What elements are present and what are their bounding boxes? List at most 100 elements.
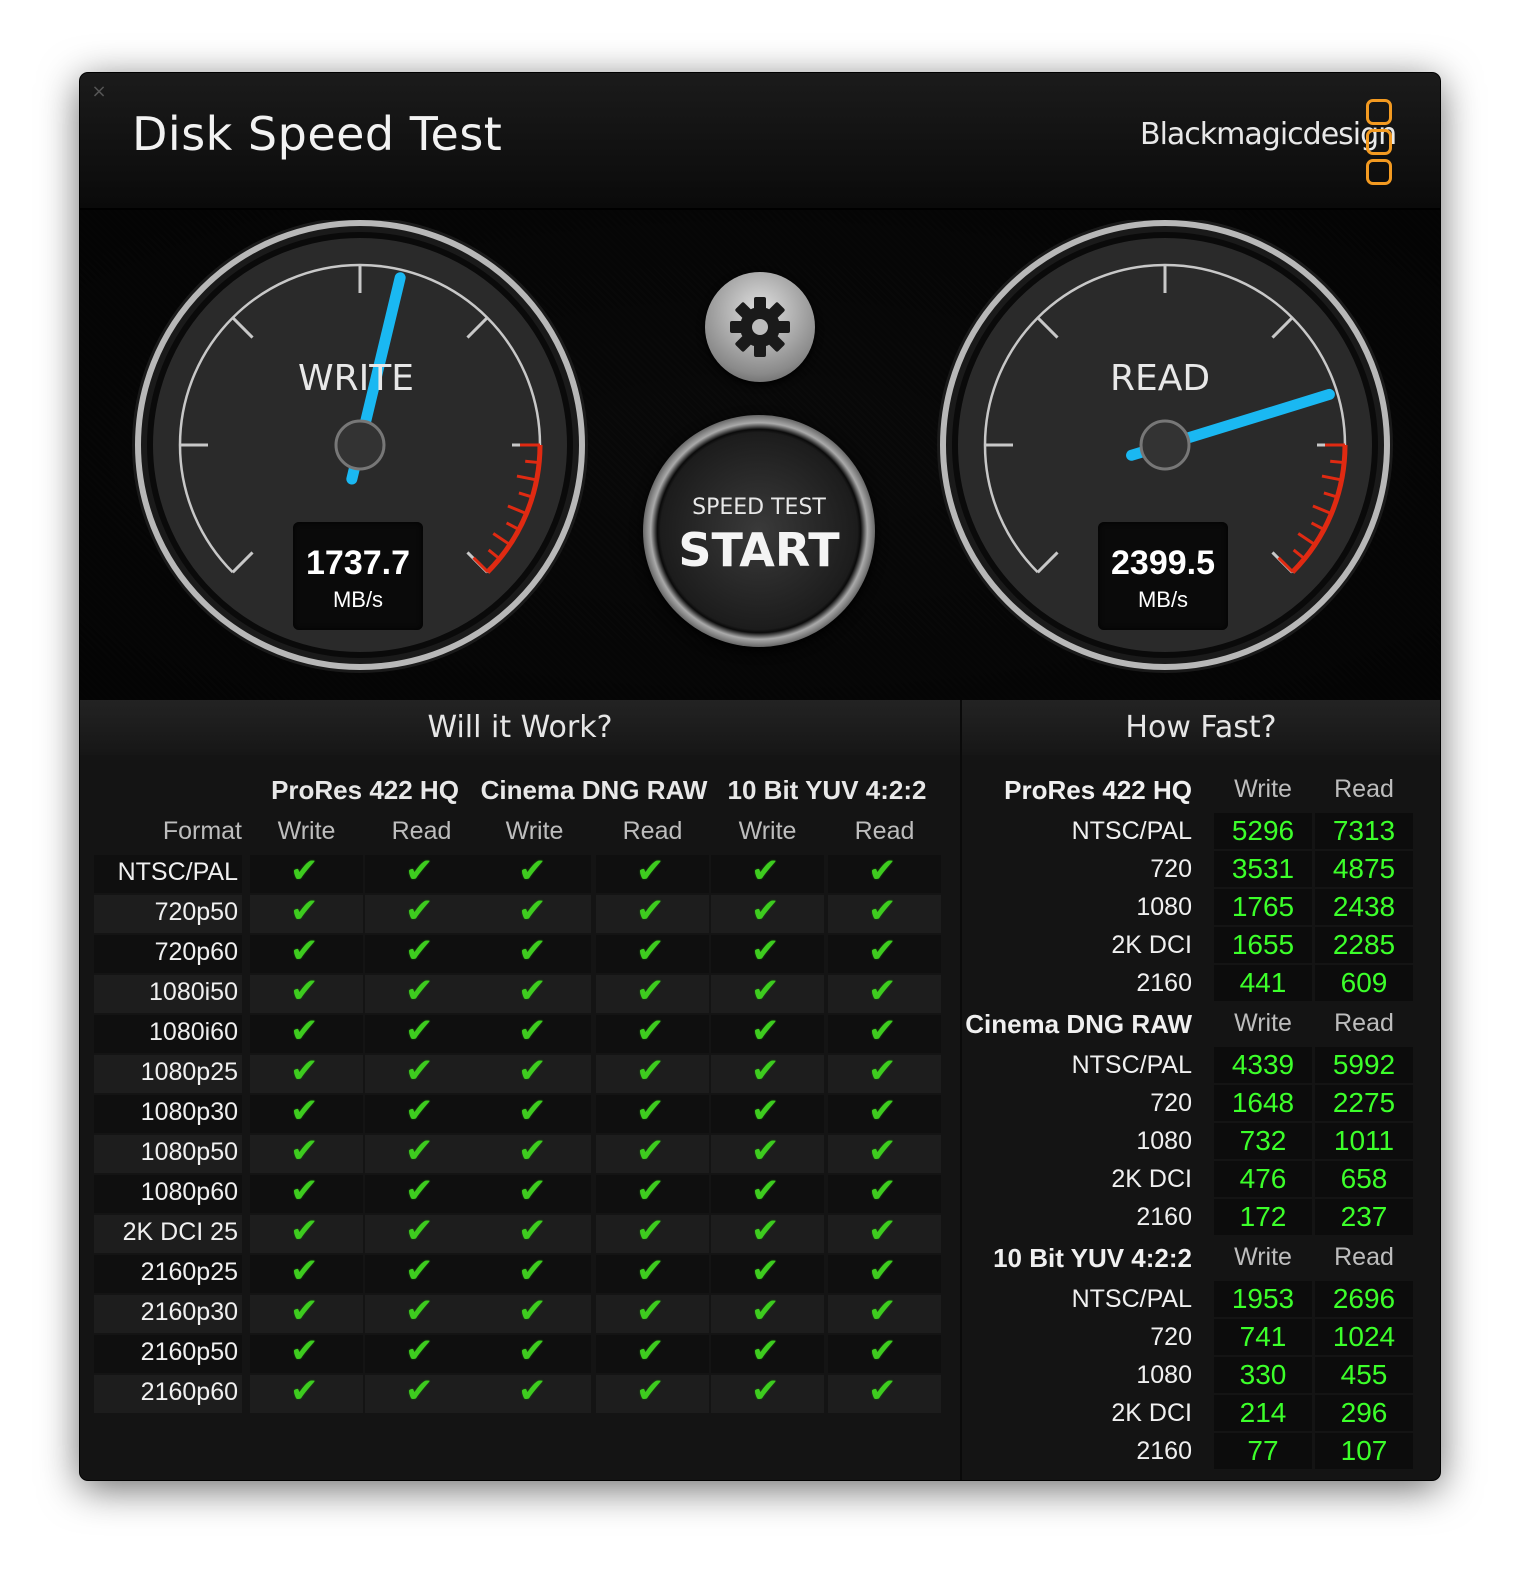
read-speed-value: 2399.5 (1111, 544, 1215, 582)
check-icon: ✔ (405, 1371, 434, 1411)
check-icon: ✔ (405, 1171, 434, 1211)
write-fps-value: 4339 (1214, 1047, 1312, 1083)
how-fast-format-label: 2K DCI (1111, 931, 1192, 959)
write-fps-value: 732 (1214, 1123, 1312, 1159)
write-column-header: Write (1234, 1009, 1292, 1037)
format-label: 1080p50 (140, 1138, 238, 1166)
sub-column-header: Write (738, 817, 797, 845)
format-label: 1080i50 (149, 978, 238, 1006)
how-fast-heading: How Fast? (962, 700, 1440, 756)
write-fps-value: 77 (1214, 1433, 1312, 1469)
write-fps-value: 330 (1214, 1357, 1312, 1393)
write-fps-value: 5296 (1214, 813, 1312, 849)
check-icon: ✔ (290, 1291, 319, 1331)
how-fast-format-label: NTSC/PAL (1071, 817, 1192, 845)
check-icon: ✔ (290, 1371, 319, 1411)
write-speed-unit: MB/s (332, 587, 384, 612)
will-it-work-table: ProRes 422 HQ Cinema DNG RAW 10 Bit YUV 4:… (80, 755, 960, 1480)
check-icon: ✔ (868, 1291, 897, 1331)
check-icon: ✔ (290, 851, 319, 891)
write-fps-value: 1655 (1214, 927, 1312, 963)
check-icon: ✔ (868, 1051, 897, 1091)
check-icon: ✔ (751, 931, 780, 971)
settings-button[interactable] (705, 272, 815, 382)
write-fps-value: 1648 (1214, 1085, 1312, 1121)
sub-column-header: Write (277, 817, 336, 845)
how-fast-format-label: 1080 (1136, 1127, 1192, 1155)
codec-heading: 10 Bit YUV 4:2:2 (727, 775, 927, 805)
check-icon: ✔ (751, 1291, 780, 1331)
write-fps-value: 1765 (1214, 889, 1312, 925)
read-fps-value: 455 (1315, 1357, 1413, 1393)
check-icon: ✔ (518, 971, 547, 1011)
check-icon: ✔ (636, 971, 665, 1011)
check-icon: ✔ (518, 1251, 547, 1291)
check-icon: ✔ (405, 891, 434, 931)
check-icon: ✔ (290, 1011, 319, 1051)
how-fast-format-label: 1080 (1136, 1361, 1192, 1389)
write-fps-value: 172 (1214, 1199, 1312, 1235)
gauge-panel: WRITE 1737.7 MB/s SPEED TEST START READ … (80, 210, 1440, 700)
check-icon: ✔ (636, 1291, 665, 1331)
how-fast-table: ProRes 422 HQ Write Read NTSC/PAL 5296 7313 72… (962, 755, 1440, 1480)
check-icon: ✔ (868, 1171, 897, 1211)
brand-name: Blackmagicdesign (1140, 117, 1397, 152)
sub-column-header: Write (505, 817, 564, 845)
check-icon: ✔ (405, 1211, 434, 1251)
write-gauge-label: WRITE (298, 358, 414, 399)
check-icon: ✔ (518, 931, 547, 971)
write-gauge-needle-hub (334, 419, 386, 471)
check-icon: ✔ (290, 1331, 319, 1371)
check-icon: ✔ (868, 891, 897, 931)
check-icon: ✔ (751, 1171, 780, 1211)
read-column-header: Read (1334, 775, 1394, 803)
close-icon[interactable]: × (88, 81, 110, 103)
check-icon: ✔ (868, 851, 897, 891)
check-icon: ✔ (405, 1011, 434, 1051)
check-icon: ✔ (636, 851, 665, 891)
start-button-label: START (678, 523, 840, 577)
codec-heading: ProRes 422 HQ (271, 775, 459, 805)
check-icon: ✔ (518, 1131, 547, 1171)
check-icon: ✔ (751, 891, 780, 931)
check-icon: ✔ (636, 1211, 665, 1251)
check-icon: ✔ (751, 1371, 780, 1411)
check-icon: ✔ (751, 1011, 780, 1051)
how-fast-format-label: 2K DCI (1111, 1399, 1192, 1427)
sub-column-header: Read (391, 817, 452, 845)
how-fast-format-label: 1080 (1136, 893, 1192, 921)
check-icon: ✔ (868, 1211, 897, 1251)
check-icon: ✔ (868, 1331, 897, 1371)
check-icon: ✔ (405, 931, 434, 971)
write-column-header: Write (1234, 775, 1292, 803)
check-icon: ✔ (290, 1131, 319, 1171)
write-speed-value: 1737.7 (306, 544, 410, 582)
read-fps-value: 4875 (1315, 851, 1413, 887)
format-label: 2160p25 (140, 1258, 238, 1286)
how-fast-group-title: 10 Bit YUV 4:2:2 (993, 1243, 1192, 1273)
how-fast-group-title: ProRes 422 HQ (1004, 775, 1192, 805)
check-icon: ✔ (290, 891, 319, 931)
check-icon: ✔ (636, 1371, 665, 1411)
read-fps-value: 609 (1315, 965, 1413, 1001)
read-fps-value: 1011 (1315, 1123, 1413, 1159)
check-icon: ✔ (636, 1331, 665, 1371)
check-icon: ✔ (751, 1211, 780, 1251)
read-fps-value: 658 (1315, 1161, 1413, 1197)
read-column-header: Read (1334, 1243, 1394, 1271)
check-icon: ✔ (405, 1291, 434, 1331)
check-icon: ✔ (290, 1051, 319, 1091)
check-icon: ✔ (518, 1291, 547, 1331)
start-button[interactable]: SPEED TEST START (643, 415, 875, 647)
format-label: 2160p30 (140, 1298, 238, 1326)
check-icon: ✔ (290, 1171, 319, 1211)
check-icon: ✔ (751, 1251, 780, 1291)
write-fps-value: 214 (1214, 1395, 1312, 1431)
check-icon: ✔ (636, 1251, 665, 1291)
read-fps-value: 296 (1315, 1395, 1413, 1431)
check-icon: ✔ (636, 1051, 665, 1091)
check-icon: ✔ (636, 1091, 665, 1131)
check-icon: ✔ (518, 1171, 547, 1211)
write-fps-value: 476 (1214, 1161, 1312, 1197)
format-label: 2K DCI 25 (122, 1218, 238, 1246)
